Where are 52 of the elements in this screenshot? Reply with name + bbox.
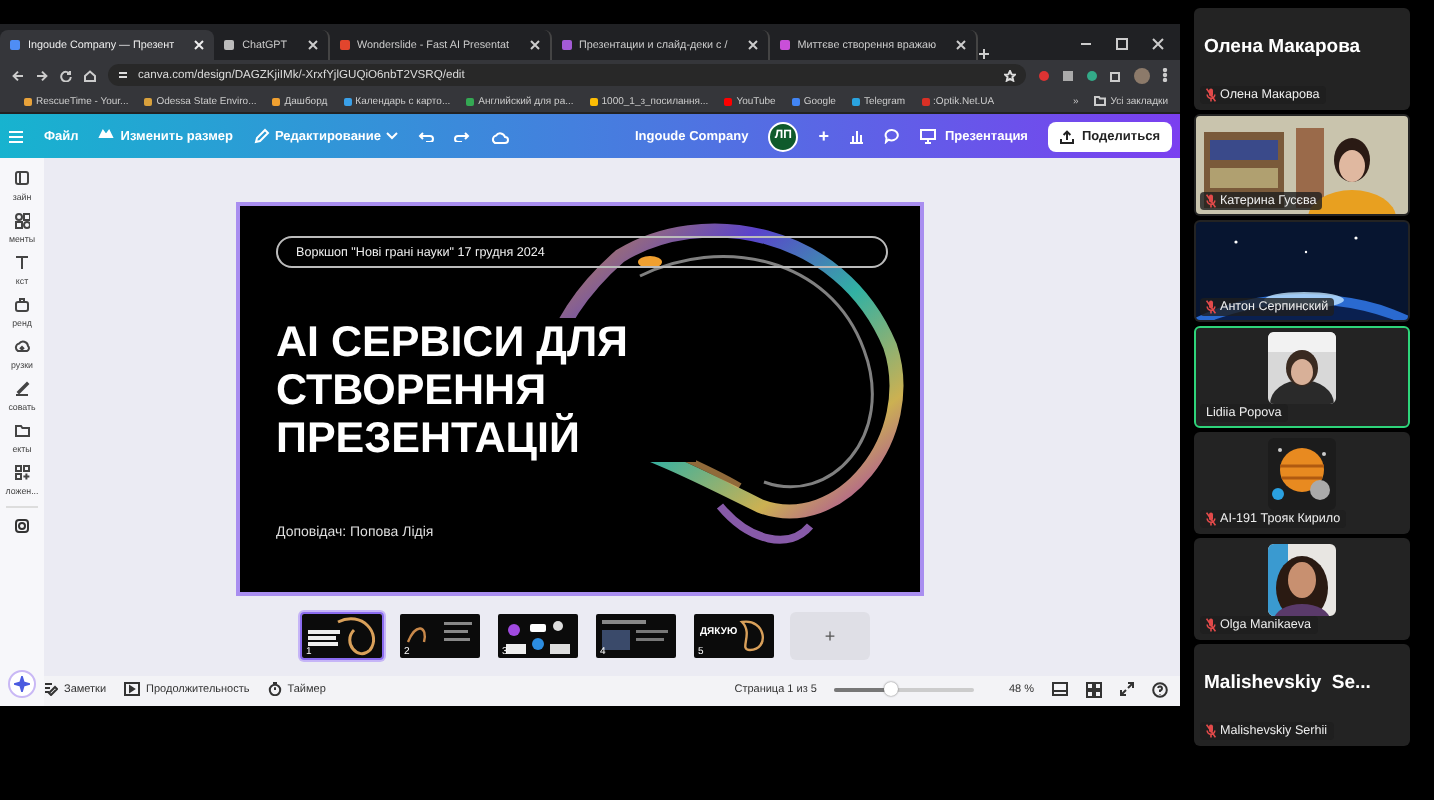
sidebar-icon <box>14 254 30 272</box>
redo-icon[interactable] <box>454 130 471 142</box>
undo-icon[interactable] <box>418 130 435 142</box>
fullscreen-icon[interactable] <box>1120 682 1134 696</box>
profile-avatar[interactable] <box>1134 67 1150 83</box>
screen-icon <box>124 682 141 696</box>
sidebar-icon <box>14 212 30 230</box>
comment-icon[interactable] <box>884 128 901 144</box>
participant-name: Олена Макарова <box>1202 34 1363 58</box>
menu-icon[interactable] <box>8 129 24 143</box>
close-icon[interactable] <box>1152 38 1164 50</box>
caret-icon <box>386 132 399 140</box>
minimize-icon[interactable] <box>1080 38 1092 50</box>
slide-title: AI СЕРВІСИ ДЛЯ СТВОРЕННЯ ПРЕЗЕНТАЦІЙ <box>276 318 696 463</box>
add-member-button[interactable]: + <box>818 126 829 146</box>
home-icon[interactable] <box>84 69 96 81</box>
notes-icon <box>44 682 58 696</box>
upload-icon <box>1059 129 1074 143</box>
apps-icon[interactable] <box>14 518 30 534</box>
sidebar-icon <box>14 170 30 188</box>
close-icon[interactable] <box>747 40 758 50</box>
close-icon[interactable] <box>307 40 318 50</box>
cloud-icon[interactable] <box>490 129 511 143</box>
sidebar-icon <box>14 338 30 356</box>
crown-icon <box>98 128 115 144</box>
pencil-icon <box>253 128 269 144</box>
maximize-icon[interactable] <box>1116 38 1128 50</box>
close-icon[interactable] <box>529 40 540 50</box>
timer-icon <box>267 682 282 696</box>
new-tab-icon[interactable] <box>978 48 991 60</box>
sidebar-icon <box>14 296 30 314</box>
grid-view-icon[interactable] <box>1086 681 1102 697</box>
site-info-icon <box>118 70 128 80</box>
sidebar-icon <box>14 422 30 440</box>
chart-icon[interactable] <box>848 128 865 144</box>
star-icon[interactable] <box>1004 69 1016 81</box>
notes-view-icon[interactable] <box>1052 682 1068 696</box>
back-icon[interactable] <box>12 69 24 81</box>
sidebar-icon <box>14 380 30 398</box>
forward-icon[interactable] <box>36 69 48 81</box>
reload-icon[interactable] <box>60 69 72 81</box>
sparkle-icon <box>14 676 30 692</box>
folder-icon <box>1094 96 1107 106</box>
puzzle-icon[interactable] <box>1110 69 1122 81</box>
screen-icon <box>920 128 937 144</box>
close-icon[interactable] <box>956 40 967 50</box>
sidebar-icon <box>14 464 30 482</box>
add-page-button[interactable]: + <box>790 612 870 660</box>
help-icon[interactable] <box>1152 681 1168 697</box>
magic-button[interactable] <box>8 670 36 698</box>
participant-name: Malishevskiy Se... <box>1202 670 1373 694</box>
more-icon[interactable] <box>1162 68 1168 82</box>
